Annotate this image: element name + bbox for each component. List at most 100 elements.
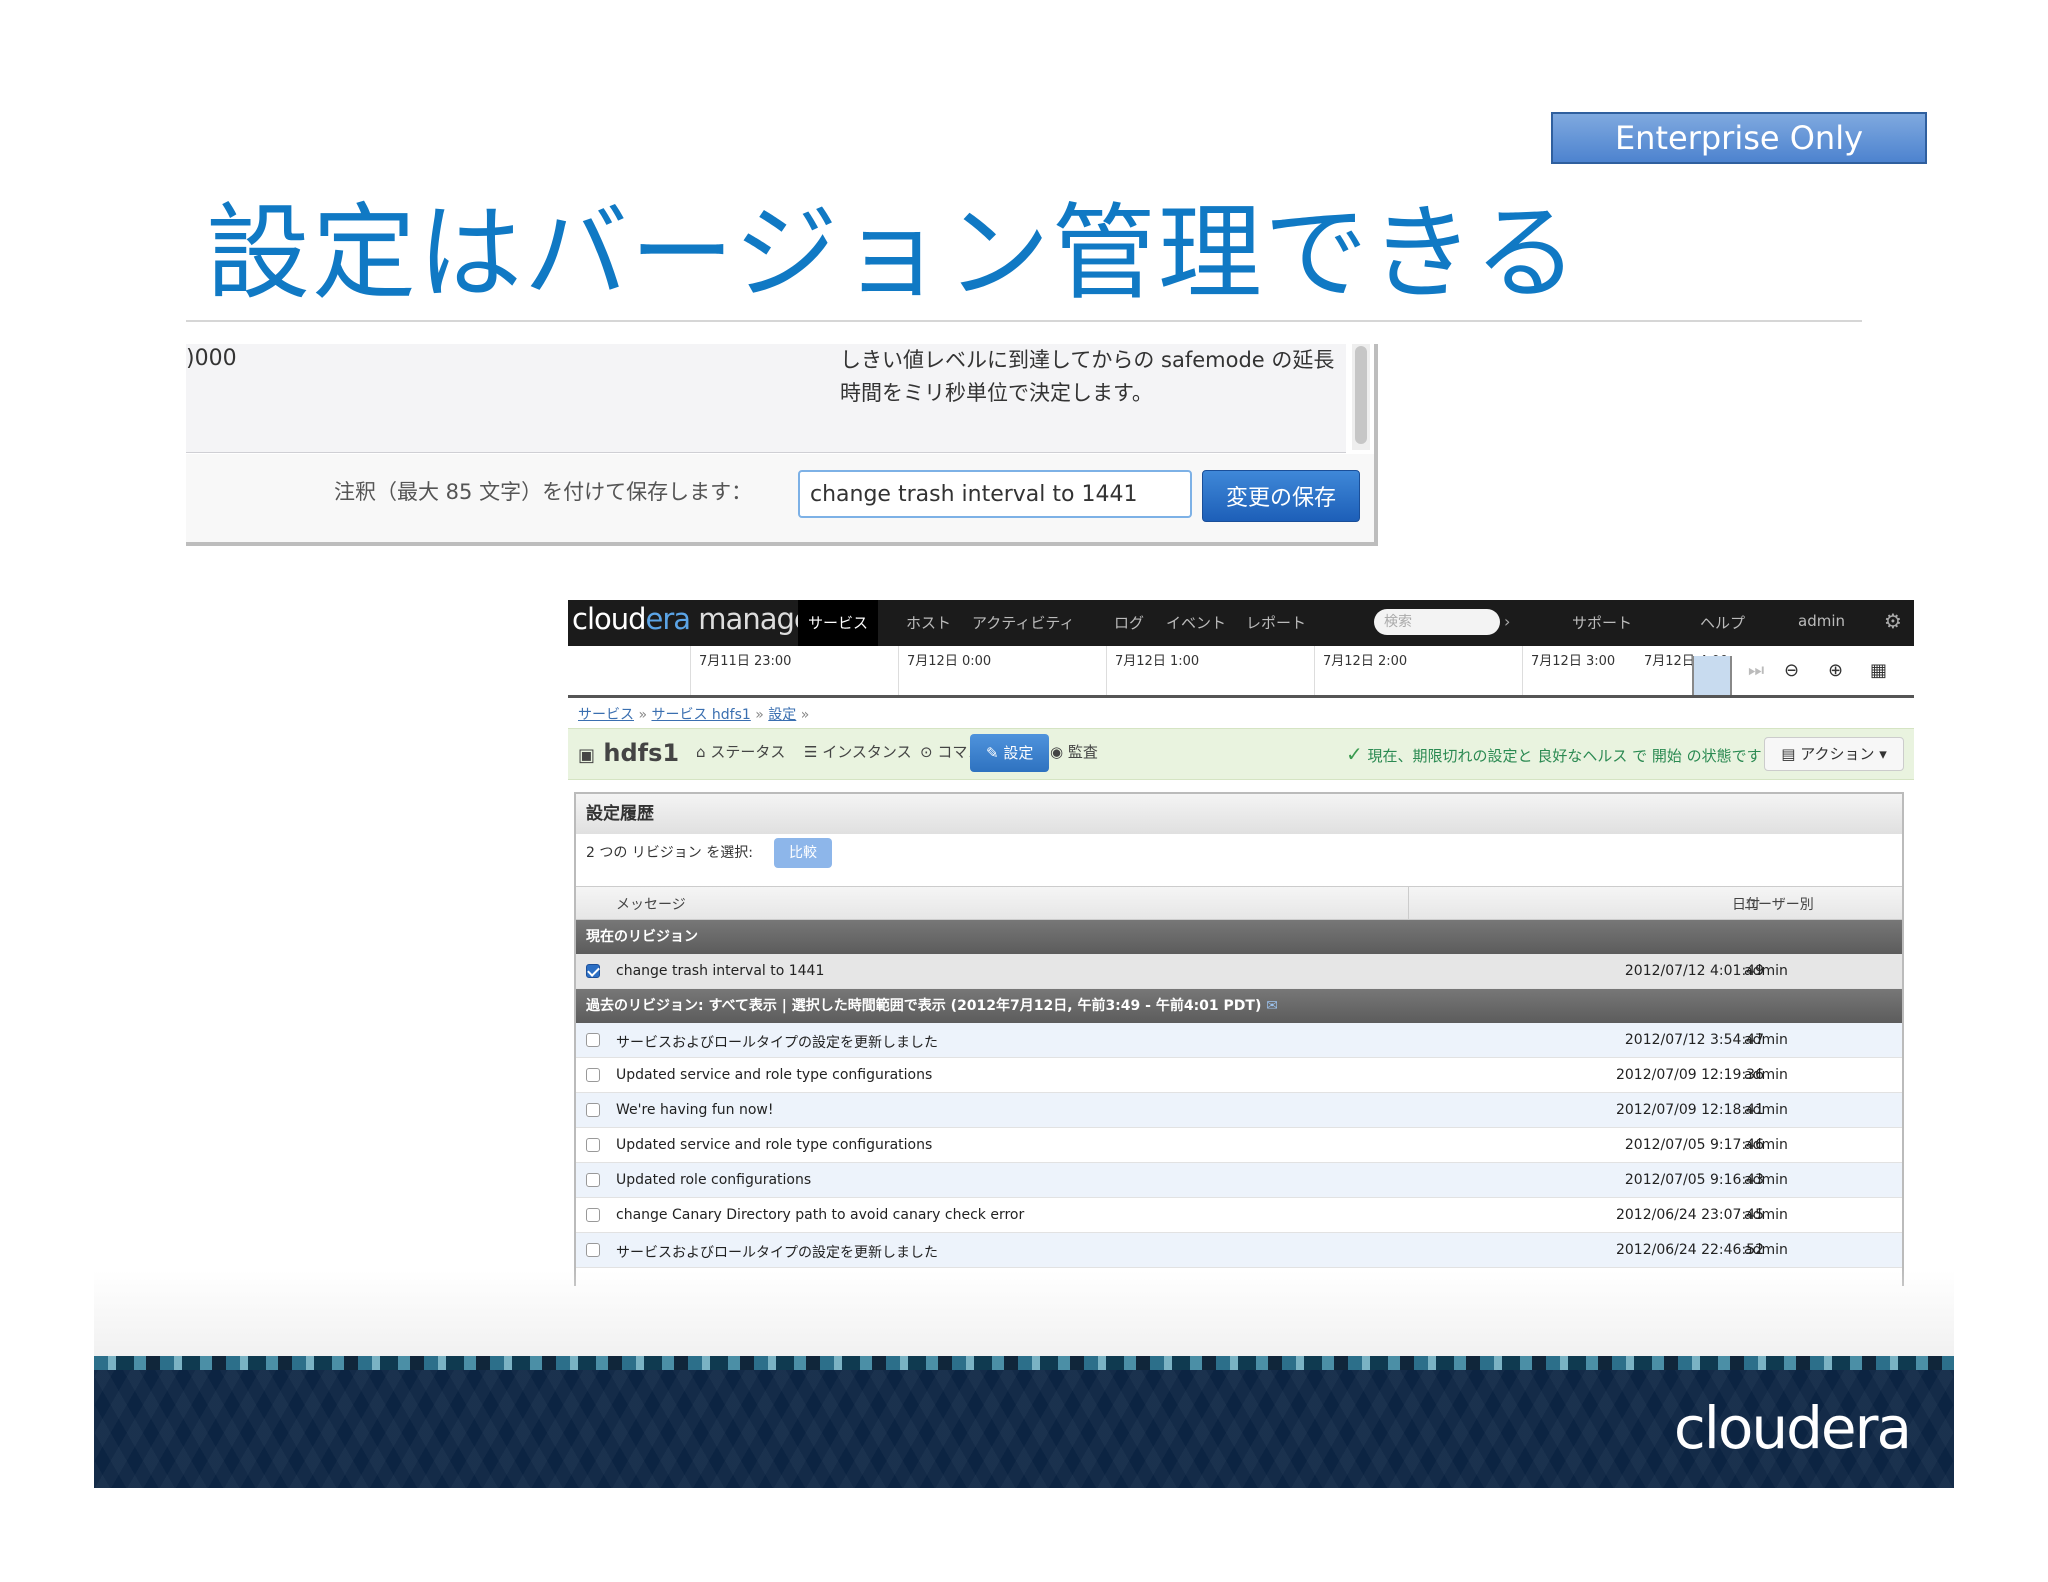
bottom-fade xyxy=(94,1270,1954,1356)
save-note-input[interactable] xyxy=(798,470,1192,518)
revision-checkbox[interactable] xyxy=(586,1243,600,1257)
revision-checkbox[interactable] xyxy=(586,1068,600,1082)
table-row-current[interactable]: change trash interval to 1441 2012/07/12… xyxy=(576,954,1902,989)
note-label: 注釈（最大 85 文字）を付けて保存します： xyxy=(334,480,753,504)
revision-message: We're having fun now! xyxy=(616,1102,774,1118)
breadcrumb: サービス » サービス hdfs1 » 設定 » xyxy=(578,707,810,723)
header-user[interactable]: ユーザー別 xyxy=(1744,894,1814,914)
top-navbar: cloudera manager サービス ホスト アクティビティ ログ イベン… xyxy=(568,600,1914,646)
past-revisions-group: 過去のリビジョン: すべて表示 | 選択した時間範囲で表示 (2012年7月12… xyxy=(576,989,1902,1023)
revision-checkbox[interactable] xyxy=(586,1208,600,1222)
revision-user: admin xyxy=(1744,1137,1788,1153)
compare-button[interactable]: 比較 xyxy=(774,838,832,868)
select-revisions-label: 2 つの リビジョン を選択: xyxy=(586,845,753,861)
list-icon: ☰ xyxy=(804,743,818,761)
tab-audit-label: 監査 xyxy=(1067,743,1098,761)
gear-icon[interactable]: ⚙ xyxy=(1884,609,1902,633)
revision-message: Updated role configurations xyxy=(616,1172,812,1188)
breadcrumb-config[interactable]: 設定 xyxy=(768,707,796,723)
revision-date: 2012/07/09 12:19:36 xyxy=(1615,1067,1764,1083)
check-icon: ✓ xyxy=(1346,742,1363,766)
slide-footer: cloudera xyxy=(94,1356,1954,1488)
tab-status[interactable]: ⌂ ステータス xyxy=(696,741,785,762)
table-row[interactable]: change Canary Directory path to avoid ca… xyxy=(576,1198,1902,1233)
revision-user: admin xyxy=(1744,1067,1788,1083)
enterprise-only-badge: Enterprise Only xyxy=(1551,112,1927,164)
revision-checkbox[interactable] xyxy=(586,1173,600,1187)
tab-config-label: 設定 xyxy=(1003,744,1034,762)
cloudera-manager-screenshot: cloudera manager サービス ホスト アクティビティ ログ イベン… xyxy=(568,600,1914,1286)
scrollbar-thumb[interactable] xyxy=(1355,346,1367,444)
tab-instances[interactable]: ☰ インスタンス xyxy=(804,741,912,762)
revision-message: change Canary Directory path to avoid ca… xyxy=(616,1207,1025,1223)
timeline-tick: 7月11日 23:00 xyxy=(690,646,791,695)
logo-part-cloud: cloud xyxy=(572,602,647,636)
revision-checkbox[interactable] xyxy=(586,1033,600,1047)
service-name: ▣ hdfs1 xyxy=(578,739,679,767)
nav-services[interactable]: サービス xyxy=(798,600,879,646)
home-icon: ⌂ xyxy=(696,743,706,761)
actions-icon: ▤ xyxy=(1781,745,1796,763)
nav-hosts[interactable]: ホスト xyxy=(906,612,951,633)
cloudera-manager-logo[interactable]: cloudera manager xyxy=(572,602,823,636)
header-message[interactable]: メッセージ xyxy=(616,894,686,914)
nav-help[interactable]: ヘルプ xyxy=(1700,612,1745,633)
past-revisions-text[interactable]: 過去のリビジョン: すべて表示 | 選択した時間範囲で表示 (2012年7月12… xyxy=(586,998,1261,1014)
timeline-controls: ⏭ ⊖ ⊕ ▦ xyxy=(1738,656,1914,686)
table-row[interactable]: Updated role configurations 2012/07/05 9… xyxy=(576,1163,1902,1198)
revision-message: change trash interval to 1441 xyxy=(616,963,825,979)
command-icon: ⊙ xyxy=(920,743,933,761)
revision-checkbox[interactable] xyxy=(586,964,600,978)
config-description-area: )000 しきい値レベルに到達してからの safemode の延長時間をミリ秒単… xyxy=(186,344,1346,453)
search-go-icon[interactable]: › xyxy=(1504,609,1526,635)
service-bar: ▣ hdfs1 ⌂ ステータス ☰ インスタンス ⊙ コマンド ✎ 設定 ◉ 監… xyxy=(568,728,1914,780)
nav-support[interactable]: サポート xyxy=(1572,612,1632,633)
revision-user: admin xyxy=(1744,1172,1788,1188)
skip-to-now-icon[interactable]: ⏭ xyxy=(1748,660,1764,681)
revision-checkbox[interactable] xyxy=(586,1103,600,1117)
revision-message: サービスおよびロールタイプの設定を更新しました xyxy=(616,1035,938,1051)
table-row[interactable]: サービスおよびロールタイプの設定を更新しました 2012/07/12 3:54:… xyxy=(576,1023,1902,1058)
slide-title: 設定はバージョン管理できる xyxy=(206,192,1580,314)
actions-label: アクション xyxy=(1800,745,1875,763)
nav-user-admin[interactable]: admin xyxy=(1798,612,1845,630)
footer-decor-strip xyxy=(94,1356,1954,1370)
edit-icon: ✎ xyxy=(986,744,999,762)
zoom-in-icon[interactable]: ⊕ xyxy=(1828,660,1843,681)
timeline-bar[interactable]: 7月11日 23:00 7月12日 0:00 7月12日 1:00 7月12日 … xyxy=(568,646,1914,698)
logo-part-era: era xyxy=(645,602,692,636)
nav-logs[interactable]: ログ xyxy=(1114,612,1144,633)
service-status: ✓ 現在、期限切れの設定と 良好なヘルス で 開始 の状態です xyxy=(1346,742,1762,766)
save-changes-button[interactable]: 変更の保存 xyxy=(1202,470,1360,522)
table-row[interactable]: Updated service and role type configurat… xyxy=(576,1128,1902,1163)
table-row[interactable]: サービスおよびロールタイプの設定を更新しました 2012/06/24 22:46… xyxy=(576,1233,1902,1268)
tab-audit[interactable]: ◉ 監査 xyxy=(1050,741,1098,762)
current-revision-group: 現在のリビジョン xyxy=(576,920,1902,954)
table-row[interactable]: Updated service and role type configurat… xyxy=(576,1058,1902,1093)
revision-message: Updated service and role type configurat… xyxy=(616,1137,933,1153)
revision-user: admin xyxy=(1744,1102,1788,1118)
actions-dropdown[interactable]: ▤ アクション ▾ xyxy=(1764,737,1904,771)
revision-checkbox[interactable] xyxy=(586,1138,600,1152)
nav-reports[interactable]: レポート xyxy=(1246,612,1306,633)
config-history-panel: 設定履歴 2 つの リビジョン を選択: 比較 メッセージ 日付 ユーザー別 現… xyxy=(574,792,1904,1286)
timeline-selection-handle[interactable] xyxy=(1692,656,1732,695)
panel-title: 設定履歴 xyxy=(576,794,1902,834)
service-name-label: hdfs1 xyxy=(603,739,680,767)
service-status-text: 現在、期限切れの設定と 良好なヘルス で 開始 の状態です xyxy=(1367,747,1762,765)
timeline-tick: 7月12日 3:00 xyxy=(1522,646,1615,695)
nav-activities[interactable]: アクティビティ xyxy=(972,612,1074,633)
table-row[interactable]: We're having fun now! 2012/07/09 12:18:4… xyxy=(576,1093,1902,1128)
revision-user: admin xyxy=(1744,1242,1788,1258)
mail-icon[interactable]: ✉ xyxy=(1266,998,1278,1014)
nav-events[interactable]: イベント xyxy=(1166,612,1226,633)
revision-message: Updated service and role type configurat… xyxy=(616,1067,933,1083)
revision-date: 2012/06/24 22:46:52 xyxy=(1615,1242,1764,1258)
breadcrumb-service-hdfs1[interactable]: サービス hdfs1 xyxy=(651,707,750,723)
search-input[interactable]: 検索 xyxy=(1374,609,1500,635)
calendar-icon[interactable]: ▦ xyxy=(1870,660,1887,681)
tab-config[interactable]: ✎ 設定 xyxy=(970,734,1050,772)
breadcrumb-services[interactable]: サービス xyxy=(578,707,634,723)
timeline-tick: 7月12日 1:00 xyxy=(1106,646,1199,695)
zoom-out-icon[interactable]: ⊖ xyxy=(1784,660,1799,681)
